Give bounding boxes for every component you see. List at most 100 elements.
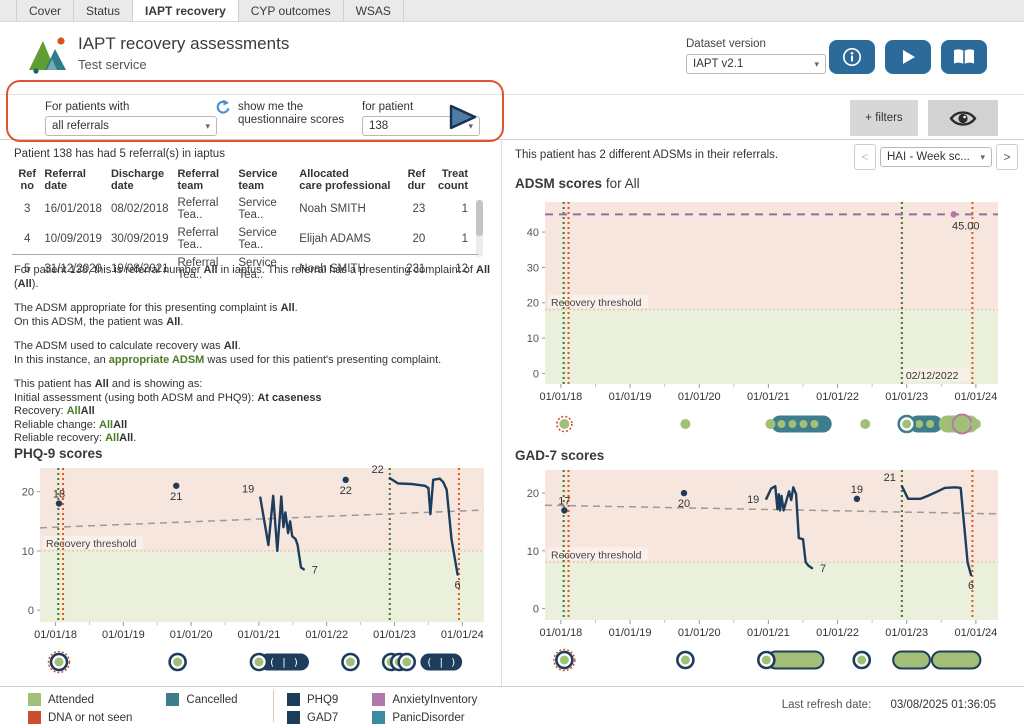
patient-paragraph: The ADSM used to calculate recovery was …	[14, 340, 492, 367]
x-tick-label: 01/01/24	[954, 627, 997, 639]
table-header: Serviceteam	[234, 166, 295, 194]
legend-label: Attended	[48, 694, 94, 706]
appointment-events[interactable]: ( | ) ( | )	[48, 652, 462, 673]
score-point	[343, 477, 349, 483]
table-cell: Referral Tea..	[173, 194, 234, 224]
table-cell: 16/01/2018	[40, 194, 107, 224]
appointment-events[interactable]	[554, 650, 981, 671]
for-patient-label: for patient	[362, 101, 413, 113]
table-cell: 10/09/2019	[40, 224, 107, 254]
tab-wsas[interactable]: WSAS	[344, 0, 404, 21]
x-tick-label: 01/01/23	[885, 627, 928, 639]
add-filters-button[interactable]: + filters	[850, 100, 918, 136]
legend-label: AnxietyInventory	[392, 694, 477, 706]
x-tick-label: 01/01/23	[373, 629, 416, 641]
app-logo	[28, 34, 72, 79]
svg-text:( | ): ( | )	[426, 658, 456, 669]
docs-button[interactable]	[941, 40, 987, 74]
score-label: 17	[558, 495, 570, 507]
gad7-chart-title: GAD-7 scores	[515, 448, 604, 463]
x-tick-label: 01/01/20	[678, 391, 721, 403]
header: IAPT recovery assessments Test service D…	[0, 22, 1024, 94]
table-header: Refdur	[397, 166, 429, 194]
table-cell: 30/09/2019	[107, 224, 174, 254]
legend-label: PHQ9	[307, 694, 338, 706]
table-row[interactable]: 316/01/201808/02/2018Referral Tea..Servi…	[14, 194, 472, 224]
svg-text:( | ): ( | )	[269, 658, 299, 669]
table-cell: 1	[429, 194, 472, 224]
table-scrollbar[interactable]	[476, 200, 483, 257]
adsm-panel: This patient has 2 different ADSMs in th…	[503, 140, 1024, 686]
undo-icon	[214, 99, 231, 115]
prev-adsm-button[interactable]: <	[854, 144, 876, 170]
referral-filter-value: all referrals	[52, 120, 109, 132]
info-button[interactable]	[829, 40, 875, 74]
phq9-chart-svg: Recovery threshold1972261821220102001/01…	[6, 460, 494, 680]
score-point	[173, 483, 179, 489]
score-point	[854, 496, 860, 502]
table-cell: 1	[429, 224, 472, 254]
table-cell: 23	[397, 194, 429, 224]
adsm-select-value: HAI - Week sc...	[887, 151, 970, 163]
phq9-chart-title: PHQ-9 scores	[14, 446, 103, 461]
y-tick-label: 0	[533, 603, 539, 615]
table-row[interactable]: 410/09/201930/09/2019Referral Tea..Servi…	[14, 224, 472, 254]
next-adsm-button[interactable]: >	[996, 144, 1018, 170]
score-label: 19	[242, 484, 254, 496]
reset-button[interactable]	[214, 99, 231, 120]
score-label: 7	[312, 564, 318, 576]
table-header: Refno	[14, 166, 40, 194]
chevron-down-icon: ▾	[980, 152, 985, 163]
tab-iapt-recovery[interactable]: IAPT recovery	[133, 0, 239, 21]
y-tick-label: 10	[527, 546, 539, 558]
measures-legend: PHQ9GAD7AnxietyInventoryPanicDisorder	[287, 692, 477, 725]
x-tick-label: 01/01/24	[441, 629, 484, 641]
table-cell: 20	[397, 224, 429, 254]
tab-cyp-outcomes[interactable]: CYP outcomes	[239, 0, 344, 21]
attendance-legend: AttendedDNA or not seenCancelled	[28, 692, 238, 725]
x-tick-label: 01/01/24	[954, 391, 997, 403]
page-title: IAPT recovery assessments	[78, 34, 289, 54]
referral-filter-select[interactable]: all referrals ▾	[45, 116, 217, 136]
app-root: CoverStatusIAPT recoveryCYP outcomesWSAS…	[0, 0, 1024, 725]
legend-swatch	[28, 711, 41, 724]
y-tick-label: 30	[527, 262, 539, 274]
tab-cover[interactable]: Cover	[16, 0, 74, 21]
patient-panel: Patient 138 has had 5 referral(s) in iap…	[0, 140, 502, 686]
adsm-chart: Recovery threshold02/12/202245.000102030…	[507, 194, 1012, 451]
score-label: 18	[53, 489, 65, 501]
chevron-down-icon: ▾	[814, 59, 819, 70]
x-tick-label: 01/01/20	[678, 627, 721, 639]
y-tick-label: 20	[527, 298, 539, 310]
footer: AttendedDNA or not seenCancelled PHQ9GAD…	[0, 686, 1024, 725]
legend-item: AnxietyInventory	[372, 692, 477, 707]
legend-item: PanicDisorder	[372, 710, 477, 725]
x-tick-label: 01/01/19	[102, 629, 145, 641]
dataset-version-value: IAPT v2.1	[693, 58, 743, 70]
appointment-events[interactable]	[557, 415, 981, 434]
table-scrollbar-thumb[interactable]	[476, 200, 483, 236]
legend-swatch	[28, 693, 41, 706]
table-cell: Service Tea..	[234, 224, 295, 254]
gad7-chart-svg: Recovery threshold1972161720190102001/01…	[507, 462, 1012, 677]
table-divider	[12, 254, 478, 255]
score-point	[561, 507, 567, 513]
visibility-button[interactable]	[928, 100, 998, 136]
title-block: IAPT recovery assessments Test service	[78, 34, 289, 72]
show-me-label: show me the questionnaire scores	[238, 101, 344, 127]
play-tour-button[interactable]	[885, 40, 931, 74]
score-point	[56, 500, 62, 506]
adsm-select[interactable]: HAI - Week sc... ▾	[880, 147, 992, 167]
tab-status[interactable]: Status	[74, 0, 133, 21]
phq9-chart: Recovery threshold1972261821220102001/01…	[6, 460, 494, 685]
book-icon	[952, 48, 976, 66]
filter-bar: For patients with all referrals ▾ show m…	[0, 94, 1024, 140]
patient-summary: Patient 138 has had 5 referral(s) in iap…	[14, 148, 225, 160]
patient-paragraphs: For patient 138, this is referral number…	[14, 264, 492, 457]
legend-swatch	[287, 693, 300, 706]
score-label: 22	[372, 464, 384, 476]
dataset-version-select[interactable]: IAPT v2.1 ▾	[686, 54, 826, 74]
legend-item: PHQ9	[287, 692, 338, 707]
run-query-button[interactable]	[448, 104, 478, 135]
x-tick-label: 01/01/21	[747, 391, 790, 403]
